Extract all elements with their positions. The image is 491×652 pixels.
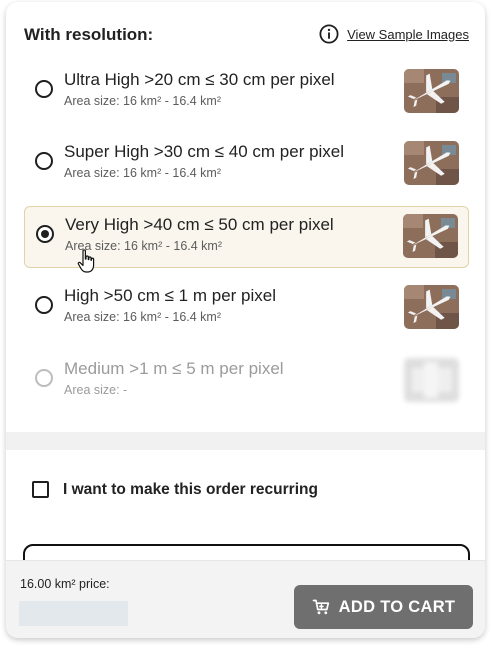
price-label: 16.00 km² price: [20, 577, 110, 591]
airplane-thumbnail-icon [404, 285, 459, 329]
info-circle-icon[interactable] [319, 24, 339, 44]
option-label: High >50 cm ≤ 1 m per pixel [64, 286, 277, 305]
resolution-option-super-high[interactable]: Super High >30 cm ≤ 40 cm per pixel Area… [24, 134, 469, 196]
airplane-thumbnail-icon [404, 358, 459, 402]
option-label: Super High >30 cm ≤ 40 cm per pixel [64, 142, 345, 161]
cart-icon [312, 599, 329, 615]
radio-ultra-high[interactable] [35, 80, 53, 98]
price-value-placeholder [19, 601, 128, 626]
section-divider [6, 432, 485, 450]
option-label: Medium >1 m ≤ 5 m per pixel [64, 359, 284, 378]
add-to-cart-label[interactable]: ADD TO CART [339, 598, 456, 617]
option-label: Very High >40 cm ≤ 50 cm per pixel [65, 215, 334, 234]
resolution-option-ultra-high[interactable]: Ultra High >20 cm ≤ 30 cm per pixel Area… [24, 62, 469, 124]
option-area-size: Area size: 16 km² - 16.4 km² [64, 94, 221, 108]
resolution-option-high[interactable]: High >50 cm ≤ 1 m per pixel Area size: 1… [24, 278, 469, 340]
radio-very-high[interactable] [36, 225, 54, 243]
recurring-label[interactable]: I want to make this order recurring [63, 481, 318, 499]
hand-pointer-cursor-icon [77, 249, 95, 273]
view-sample-images-link[interactable]: View Sample Images [347, 27, 469, 42]
recurring-checkbox[interactable] [32, 481, 49, 498]
radio-medium [35, 369, 53, 387]
option-area-size: Area size: 16 km² - 16.4 km² [64, 310, 221, 324]
resolution-option-medium: Medium >1 m ≤ 5 m per pixel Area size: - [24, 351, 469, 413]
airplane-thumbnail-icon [403, 214, 458, 258]
option-area-size: Area size: 16 km² - 16.4 km² [64, 166, 221, 180]
airplane-thumbnail-icon [404, 69, 459, 113]
view-sample-images[interactable]: View Sample Images [319, 24, 469, 44]
radio-super-high[interactable] [35, 152, 53, 170]
price-footer: 16.00 km² price: ADD TO CART [6, 560, 485, 638]
option-area-size: Area size: - [64, 383, 128, 397]
section-title: With resolution: [24, 25, 154, 44]
section-header: With resolution: View Sample Images [24, 24, 469, 48]
add-to-cart-button[interactable]: ADD TO CART [294, 585, 473, 629]
option-label: Ultra High >20 cm ≤ 30 cm per pixel [64, 70, 335, 89]
resolution-panel: With resolution: View Sample Images Ultr… [6, 2, 485, 638]
radio-high[interactable] [35, 296, 53, 314]
airplane-thumbnail-icon [404, 141, 459, 185]
